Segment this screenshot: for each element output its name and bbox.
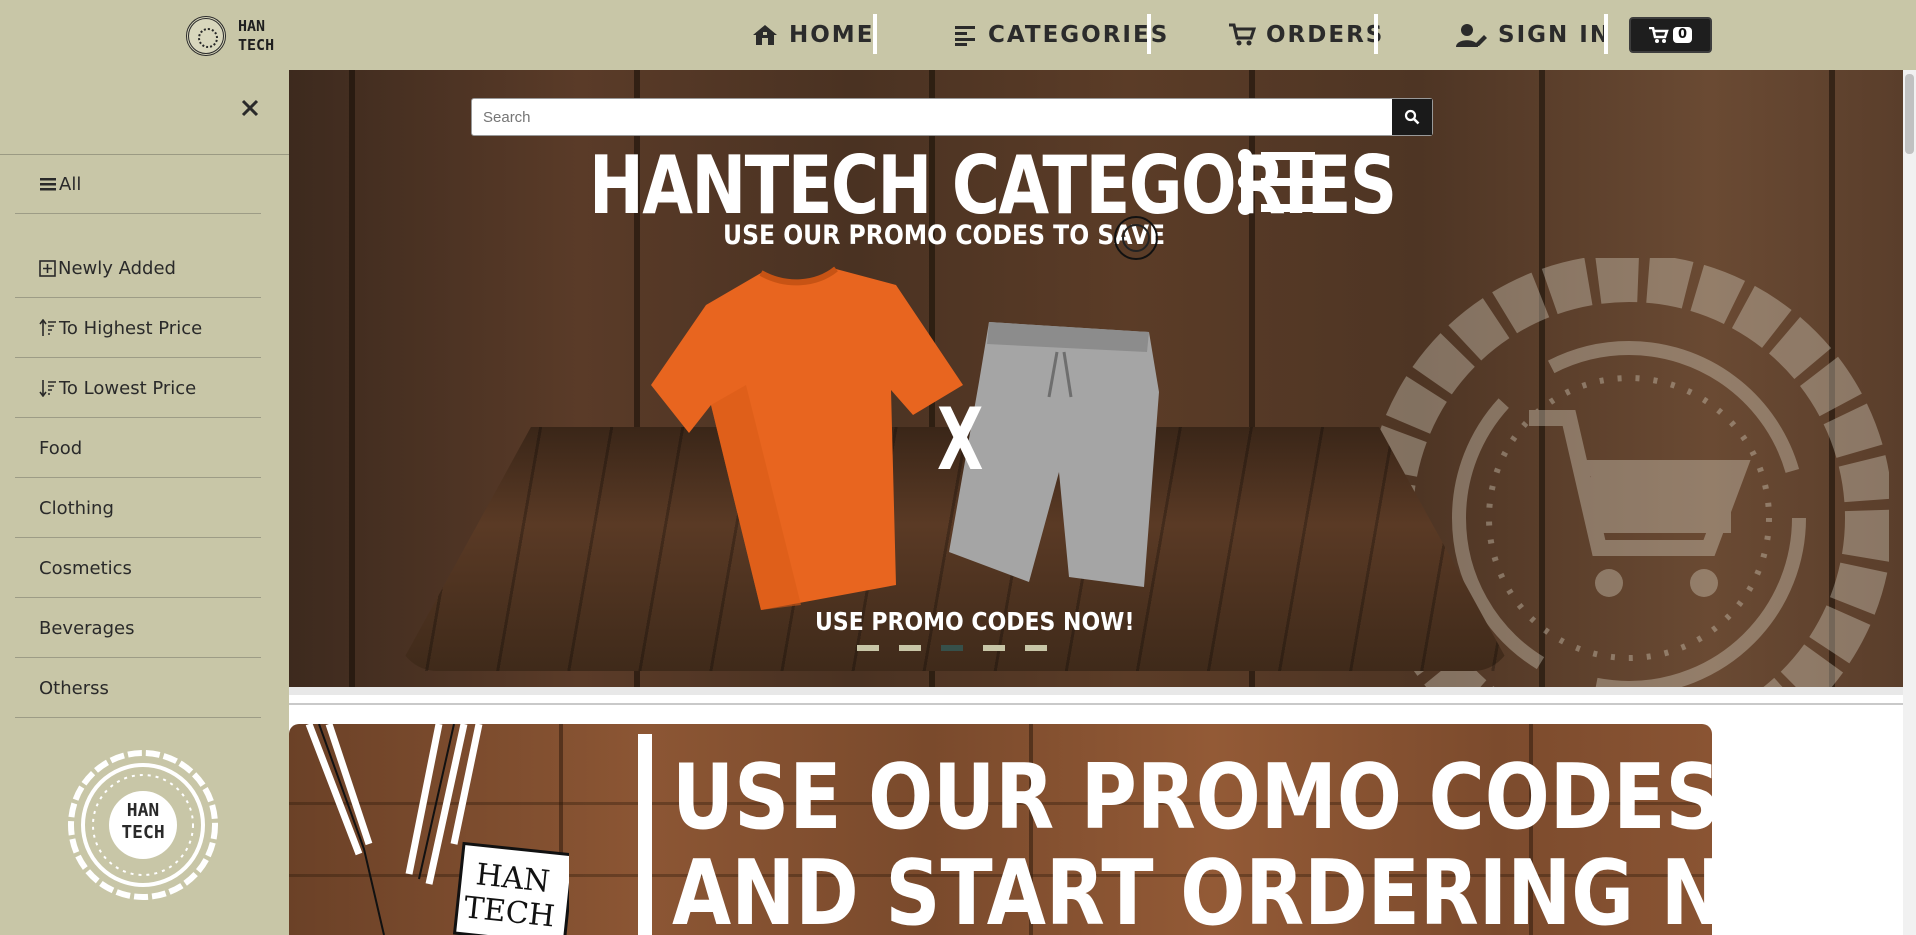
carousel-indicator-5[interactable] [1025,645,1047,651]
nav-home-label: HOME [789,22,875,48]
page-scrollbar[interactable] [1903,70,1916,935]
sidebar-item-label: Otherss [39,677,109,699]
promo-divider [638,734,652,935]
user-edit-icon [1456,24,1487,47]
promo-banner[interactable]: HAN TECH USE OUR PROMO CODES AND START O… [289,724,1712,935]
carousel-indicator-2[interactable] [899,645,921,651]
promo-headline: USE OUR PROMO CODES AND START ORDERING N… [672,750,1712,935]
align-left-icon [955,26,975,46]
bag-tag-text: HAN TECH [462,857,557,935]
sidebar-item-to-lowest-price[interactable]: To Lowest Price [15,359,261,418]
sidebar-item-to-highest-price[interactable]: To Highest Price [15,299,261,358]
orange-tshirt-image [651,266,963,610]
search-bar [471,98,1433,136]
brand-name: HAN TECH [238,17,275,54]
list-icon [1238,149,1315,215]
sidebar-item-label: To Highest Price [59,317,203,339]
bars-icon [40,178,56,191]
sidebar-item-label: Food [39,437,83,459]
nav-sign-in-link[interactable]: SIGN IN [1456,17,1611,53]
hero-caption: USE PROMO CODES NOW! [815,607,1135,636]
nav-separator [1604,14,1608,54]
search-input[interactable] [472,99,1392,135]
top-navbar: HAN TECH HOME CATEGORIES ORDERS SIGN IN … [0,0,1916,70]
nav-home-link[interactable]: HOME [751,17,874,53]
promo-headline-line2: AND START ORDERING NOW [672,841,1712,935]
hero-carousel: HANTECH CATEGORIES USE OUR PROMO CODES T… [289,70,1903,687]
sidebar-item-cosmetics[interactable]: Cosmetics [15,539,261,598]
shopping-cart-icon [1229,23,1256,46]
search-icon [1404,109,1420,125]
nav-separator [1374,14,1378,54]
hero-x-mark: X [936,390,984,490]
category-sidebar: All Newly Added To Highest Price To Lowe… [0,70,289,935]
sidebar-item-label: Beverages [39,617,135,639]
sidebar-logo-text: HAN TECH [121,800,165,843]
close-sidebar-button[interactable] [238,96,262,120]
sidebar-item-clothing[interactable]: Clothing [15,479,261,538]
sidebar-item-label: Cosmetics [39,557,132,579]
wood-plank-line [349,70,355,687]
nav-categories-label: CATEGORIES [988,22,1170,48]
nav-orders-label: ORDERS [1266,22,1385,48]
brand-emblem-icon [186,16,226,56]
scrollbar-thumb[interactable] [1905,74,1914,154]
sidebar-item-food[interactable]: Food [15,419,261,478]
nav-sign-in-label: SIGN IN [1498,22,1612,48]
sidebar-item-others[interactable]: Otherss [15,659,261,718]
nav-separator [1147,14,1151,54]
hero-subtitle: USE OUR PROMO CODES TO SAVE [723,220,1166,251]
nav-separator [873,14,877,54]
sidebar-item-label: All [59,173,82,195]
brand-logo[interactable]: HAN TECH [186,15,278,57]
sidebar-item-all[interactable]: All [15,155,261,214]
nav-orders-link[interactable]: ORDERS [1228,17,1384,53]
sidebar-item-beverages[interactable]: Beverages [15,599,261,658]
sidebar-logo: HAN TECH [68,750,218,900]
cart-icon [1648,26,1669,43]
home-icon [753,25,777,45]
sort-up-icon [39,319,56,336]
cart-button[interactable]: 0 [1629,17,1712,53]
search-button[interactable] [1392,99,1432,135]
close-icon [241,99,259,117]
promo-headline-line1: USE OUR PROMO CODES [672,745,1712,850]
carousel-indicator-3[interactable] [941,645,963,651]
sidebar-item-newly-added[interactable]: Newly Added [15,239,261,298]
carousel-indicator-1[interactable] [857,645,879,651]
sidebar-item-label: Newly Added [58,257,176,279]
plus-square-icon [39,259,56,277]
section-divider [289,703,1903,705]
section-divider [289,687,1903,695]
sidebar-item-label: To Lowest Price [59,377,197,399]
carousel-indicator-4[interactable] [983,645,1005,651]
carousel-indicators [857,645,1047,651]
sort-down-icon [39,380,56,397]
sidebar-item-label: Clothing [39,497,114,519]
nav-categories-link[interactable]: CATEGORIES [954,17,1169,53]
cart-count-badge: 0 [1672,27,1693,43]
coin-icon [1114,216,1158,260]
